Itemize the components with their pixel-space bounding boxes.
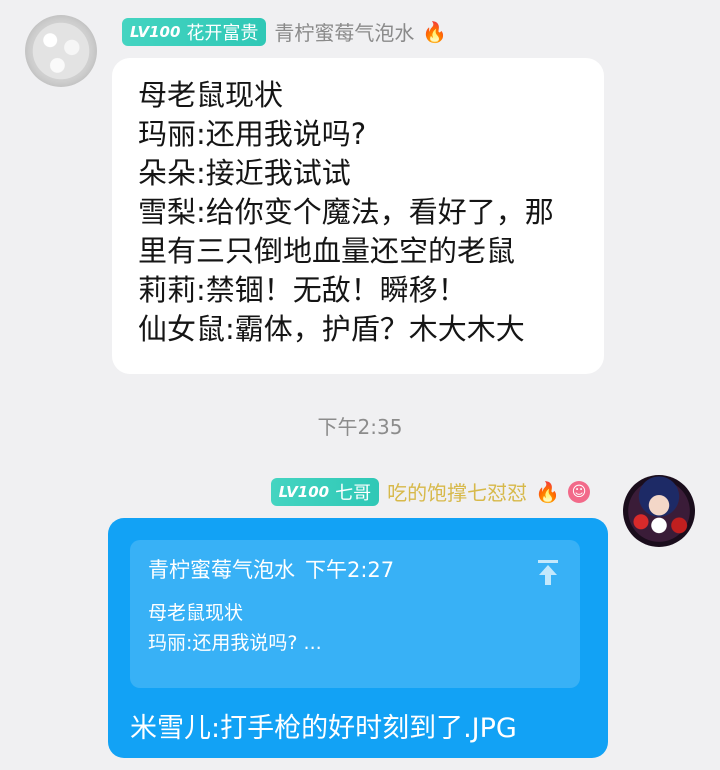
message-bubble-left[interactable]: 母老鼠现状 玛丽:还用我说吗? 朵朵:接近我试试 雪梨:给你变个魔法，看好了，那… xyxy=(112,58,604,374)
quote-line: 母老鼠现状 xyxy=(148,602,244,624)
flame-icon: 🔥 xyxy=(422,19,448,44)
sender-name-row: LV100 花开富贵 青柠蜜莓气泡水 🔥 xyxy=(122,17,447,46)
sender-nickname[interactable]: 吃的饱撑七怼怼 xyxy=(387,477,527,506)
chat-timestamp: 下午2:35 xyxy=(317,415,403,439)
message-line: 雪梨:给你变个魔法，看好了，那 xyxy=(138,195,554,229)
message-line: 仙女鼠:霸体，护盾？木大木大 xyxy=(138,312,525,346)
quote-author: 青柠蜜莓气泡水 xyxy=(148,558,295,582)
sender-avatar-left[interactable] xyxy=(25,15,97,87)
quote-header: 青柠蜜莓气泡水 下午2:27 xyxy=(148,554,562,584)
level-badge: LV100 花开富贵 xyxy=(122,17,267,46)
message-text: 米雪儿:打手枪的好时刻到了.JPG xyxy=(130,713,517,744)
level-badge: LV100 七哥 xyxy=(270,477,380,506)
sender-avatar-right[interactable] xyxy=(623,475,695,547)
sender-nickname[interactable]: 青柠蜜莓气泡水 xyxy=(274,17,414,46)
flame-icon: 🔥 xyxy=(535,479,560,504)
quote-line: 玛丽:还用我说吗? ... xyxy=(148,632,322,654)
quoted-message[interactable]: 青柠蜜莓气泡水 下午2:27 母老鼠现状 玛丽:还用我说吗? ... xyxy=(130,540,580,688)
sender-name-row: LV100 七哥 吃的饱撑七怼怼 🔥 ☺ xyxy=(270,477,590,506)
message-line: 朵朵:接近我试试 xyxy=(138,156,351,190)
message-line: 母老鼠现状 xyxy=(138,78,284,112)
jump-to-top-icon[interactable] xyxy=(536,560,560,586)
message-line: 莉莉:禁锢！无敌！瞬移！ xyxy=(138,273,467,307)
message-line: 玛丽:还用我说吗? xyxy=(138,117,367,151)
quote-time: 下午2:27 xyxy=(305,558,395,582)
smile-emoji-icon: ☺ xyxy=(568,480,590,503)
message-line: 里有三只倒地血量还空的老鼠 xyxy=(138,234,516,268)
quote-body: 母老鼠现状 玛丽:还用我说吗? ... xyxy=(148,598,562,658)
message-bubble-right[interactable]: 青柠蜜莓气泡水 下午2:27 母老鼠现状 玛丽:还用我说吗? ... 米雪儿:打… xyxy=(108,518,608,758)
